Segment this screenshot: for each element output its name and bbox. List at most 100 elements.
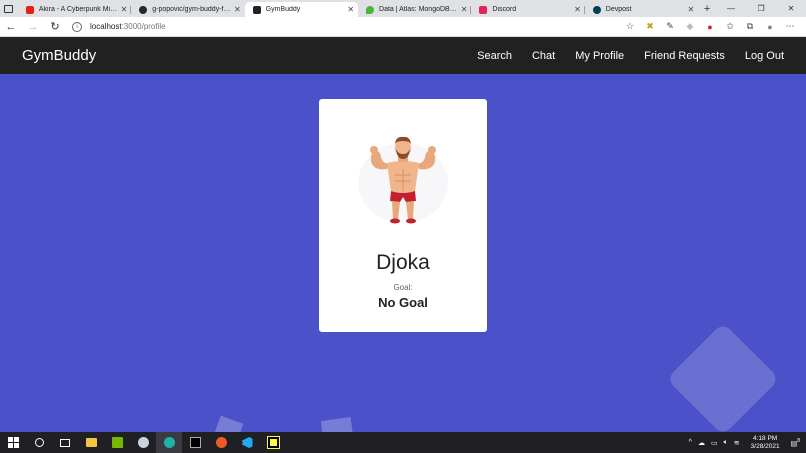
cloud-icon[interactable]: ☁ [698,439,705,447]
browser-tab-github[interactable]: g-popovic/gym-buddy-finde ✕ [131,2,244,17]
browser-tab-gymbuddy[interactable]: GymBuddy ✕ [244,2,359,17]
muscular-man-flexing-icon [358,136,448,224]
jetbrains-button[interactable] [260,432,286,453]
task-view-button[interactable] [52,432,78,453]
tab-close-icon[interactable]: ✕ [574,5,581,14]
cortana-circle-icon [34,438,44,447]
minimize-icon[interactable]: — [716,0,746,17]
system-clock[interactable]: 4:18 PM 3/28/2021 [751,435,780,451]
chevron-up-icon[interactable]: ^ [689,439,692,446]
back-arrow-icon[interactable]: ← [0,21,22,33]
profile-page: Djoka Goal: No Goal [0,74,806,432]
battery-icon[interactable]: ▭ [711,439,718,447]
youtube-icon [25,5,34,14]
url-path: :3000/profile [121,22,166,31]
steam-button[interactable] [130,432,156,453]
devpost-icon [592,5,601,14]
browser-toolbar: ← → ↻ i localhost:3000/profile ☆ ✖ ✎ ◆ ●… [0,17,806,37]
tab-title: Discord [492,6,517,13]
notification-count: 8 [797,437,800,444]
bookmark-star-icon[interactable]: ☆ [620,21,640,32]
clock-time: 4:18 PM [753,434,778,442]
start-button[interactable] [0,432,26,453]
extension-puzzle-icon[interactable]: ✖ [640,21,660,32]
nav-my-profile[interactable]: My Profile [575,50,624,62]
nav-friend-requests[interactable]: Friend Requests [644,50,725,62]
profile-card: Djoka Goal: No Goal [319,99,487,332]
nav-log-out[interactable]: Log Out [745,50,784,62]
browser-tab-devpost[interactable]: Devpost ✕ [585,2,698,17]
url-host: localhost [90,22,122,31]
profile-avatar-icon[interactable]: ● [760,22,780,32]
postman-icon [215,437,227,448]
volume-icon[interactable]: 🔈︎ [724,439,728,447]
reload-icon[interactable]: ↻ [44,20,66,33]
address-bar[interactable]: i localhost:3000/profile [72,19,592,35]
notification-center-icon[interactable]: ▤8 [791,438,800,447]
task-view-icon [60,438,70,447]
extensions-area: ☆ ✖ ✎ ◆ ● ✩ ⧉ ● ⋯ [620,21,806,32]
search-taskbar-button[interactable] [26,432,52,453]
tab-close-icon[interactable]: ✕ [121,5,128,14]
favorites-icon[interactable]: ✩ [720,21,740,32]
windows-taskbar: ^ ☁ ▭ 🔈︎ ≋ 4:18 PM 3/28/2021 ▤8 [0,432,806,453]
tab-title: g-popovic/gym-buddy-finde [152,6,231,13]
restore-icon[interactable]: ❐ [746,0,776,17]
nvidia-icon [111,437,123,448]
edge-browser-icon [163,437,175,448]
window-controls: — ❐ ✕ [716,0,806,17]
tab-title: Devpost [605,6,632,13]
brand-logo[interactable]: GymBuddy [22,47,96,64]
tab-close-icon[interactable]: ✕ [234,5,241,14]
nav-search[interactable]: Search [477,50,512,62]
tab-close-icon[interactable]: ✕ [347,5,354,14]
tab-title: Data | Atlas: MongoDB Atlas [379,6,458,13]
tab-title: Akira - A Cyberpunk Mix - Y [38,6,118,13]
decorative-square [320,417,354,432]
file-explorer-button[interactable] [78,432,104,453]
window-menu-icon[interactable] [0,0,18,17]
goal-label: Goal: [393,283,413,292]
new-tab-button[interactable]: + [698,2,716,17]
extension-gray-icon[interactable]: ◆ [680,21,700,32]
more-menu-icon[interactable]: ⋯ [780,21,800,32]
steam-icon [137,437,149,448]
extension-eyedropper-icon[interactable]: ✎ [660,21,680,32]
edge-button[interactable] [156,432,182,453]
decorative-square [212,415,244,432]
github-icon [139,5,148,14]
vscode-button[interactable] [234,432,260,453]
site-info-icon[interactable]: i [72,21,82,32]
tab-title: GymBuddy [265,6,301,13]
folder-icon [85,438,97,447]
opera-icon[interactable]: ● [700,22,720,32]
profile-name: Djoka [376,251,430,274]
system-tray: ^ ☁ ▭ 🔈︎ ≋ 4:18 PM 3/28/2021 ▤8 [686,435,806,451]
vscode-icon [241,437,253,448]
forward-arrow-icon[interactable]: → [22,21,44,33]
decorative-square [666,322,780,432]
browser-tab-youtube[interactable]: Akira - A Cyberpunk Mix - Y ✕ [18,2,132,17]
terminal-icon [189,437,201,448]
jetbrains-icon [266,436,280,449]
tab-close-icon[interactable]: ✕ [687,5,694,14]
wifi-icon[interactable]: ≋ [734,439,740,447]
browser-tab-mongodb[interactable]: Data | Atlas: MongoDB Atlas ✕ [358,2,472,17]
app-navbar: GymBuddy Search Chat My Profile Friend R… [0,37,806,74]
mongodb-leaf-icon [366,5,375,14]
clock-date: 3/28/2021 [750,442,780,450]
discord-icon [479,5,488,14]
goal-value: No Goal [378,295,428,310]
terminal-button[interactable] [182,432,208,453]
react-app-icon [252,5,261,14]
postman-button[interactable] [208,432,234,453]
browser-tab-discord[interactable]: Discord ✕ [471,2,585,17]
tab-close-icon[interactable]: ✕ [461,5,468,14]
window-close-icon[interactable]: ✕ [776,0,806,17]
windows-logo-icon [7,437,19,448]
browser-tab-strip: Akira - A Cyberpunk Mix - Y ✕ g-popovic/… [0,0,806,17]
nav-links: Search Chat My Profile Friend Requests L… [467,50,794,62]
collections-icon[interactable]: ⧉ [740,21,760,32]
nvidia-button[interactable] [104,432,130,453]
nav-chat[interactable]: Chat [532,50,555,62]
